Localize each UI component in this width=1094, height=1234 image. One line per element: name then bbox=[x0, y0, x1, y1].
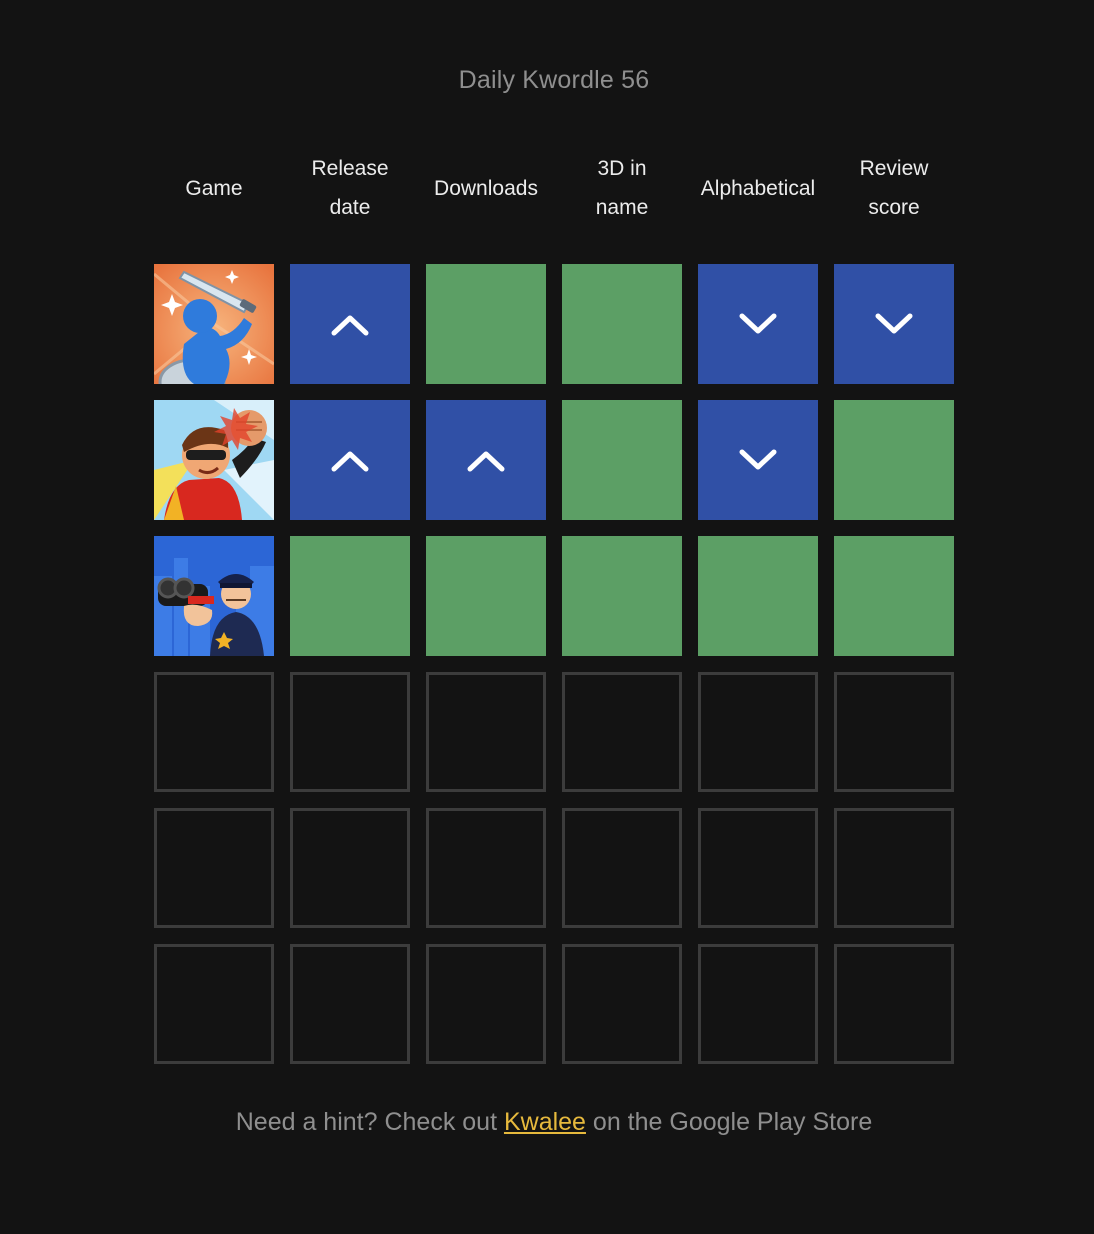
arrow-up-icon bbox=[467, 451, 505, 472]
empty-tile bbox=[562, 672, 682, 792]
correct-tile-downloads bbox=[426, 536, 546, 656]
arrow-up-icon bbox=[331, 451, 369, 472]
empty-tile bbox=[154, 672, 274, 792]
guess-board bbox=[154, 264, 954, 1064]
header-line: date bbox=[329, 196, 371, 219]
empty-tile bbox=[154, 944, 274, 1064]
arrow-up-icon bbox=[331, 315, 369, 336]
empty-tile bbox=[154, 808, 274, 928]
column-header-game: Game bbox=[154, 146, 274, 230]
higher-tile-release-date bbox=[290, 400, 410, 520]
header-line: Release bbox=[311, 157, 389, 180]
higher-tile-downloads bbox=[426, 400, 546, 520]
column-header-review-score: Review score bbox=[834, 146, 954, 230]
empty-tile bbox=[290, 672, 410, 792]
hint-footer: Need a hint? Check out Kwalee on the Goo… bbox=[0, 1108, 1094, 1137]
empty-tile bbox=[698, 808, 818, 928]
lower-tile-alphabetical bbox=[698, 264, 818, 384]
empty-tile bbox=[426, 808, 546, 928]
header-line: Alphabetical bbox=[700, 176, 816, 200]
arrow-down-icon bbox=[875, 313, 913, 334]
arrow-down-icon bbox=[739, 449, 777, 470]
page-title: Daily Kwordle 56 bbox=[458, 66, 650, 94]
column-header-downloads: Downloads bbox=[426, 146, 546, 230]
empty-tile bbox=[698, 672, 818, 792]
correct-tile-review-score bbox=[834, 400, 954, 520]
header-line: Downloads bbox=[434, 176, 538, 200]
police-officer-game-icon bbox=[154, 536, 274, 656]
empty-tile bbox=[290, 944, 410, 1064]
empty-tile bbox=[426, 672, 546, 792]
higher-tile-release-date bbox=[290, 264, 410, 384]
header-line: name bbox=[595, 196, 649, 219]
empty-tile bbox=[562, 944, 682, 1064]
header-line: Review bbox=[859, 157, 929, 180]
column-header-alphabetical: Alphabetical bbox=[698, 146, 818, 230]
empty-tile bbox=[834, 672, 954, 792]
kwalee-link[interactable]: Kwalee bbox=[504, 1108, 586, 1136]
superhero-punch-game-icon bbox=[154, 400, 274, 520]
column-header-release-date: Release date bbox=[290, 146, 410, 230]
column-header-3d-in-name: 3D in name bbox=[562, 146, 682, 230]
header-line: 3D in bbox=[597, 157, 647, 180]
correct-tile-release-date bbox=[290, 536, 410, 656]
lower-tile-alphabetical bbox=[698, 400, 818, 520]
empty-tile bbox=[834, 808, 954, 928]
empty-tile bbox=[698, 944, 818, 1064]
correct-tile-3d-in-name bbox=[562, 400, 682, 520]
lower-tile-review-score bbox=[834, 264, 954, 384]
hint-prefix: Need a hint? Check out bbox=[235, 1108, 504, 1136]
correct-tile-alphabetical bbox=[698, 536, 818, 656]
correct-tile-3d-in-name bbox=[562, 536, 682, 656]
empty-tile bbox=[290, 808, 410, 928]
empty-tile bbox=[834, 944, 954, 1064]
arrow-down-icon bbox=[739, 313, 777, 334]
sword-hero-game-icon bbox=[154, 264, 274, 384]
correct-tile-review-score bbox=[834, 536, 954, 656]
empty-tile bbox=[426, 944, 546, 1064]
correct-tile-downloads bbox=[426, 264, 546, 384]
header-line: Game bbox=[185, 176, 243, 200]
header-line: score bbox=[868, 196, 920, 219]
hint-suffix: on the Google Play Store bbox=[585, 1108, 873, 1136]
column-headers: Game Release date Downloads 3D in name Alp… bbox=[154, 146, 954, 230]
empty-tile bbox=[562, 808, 682, 928]
correct-tile-3d-in-name bbox=[562, 264, 682, 384]
